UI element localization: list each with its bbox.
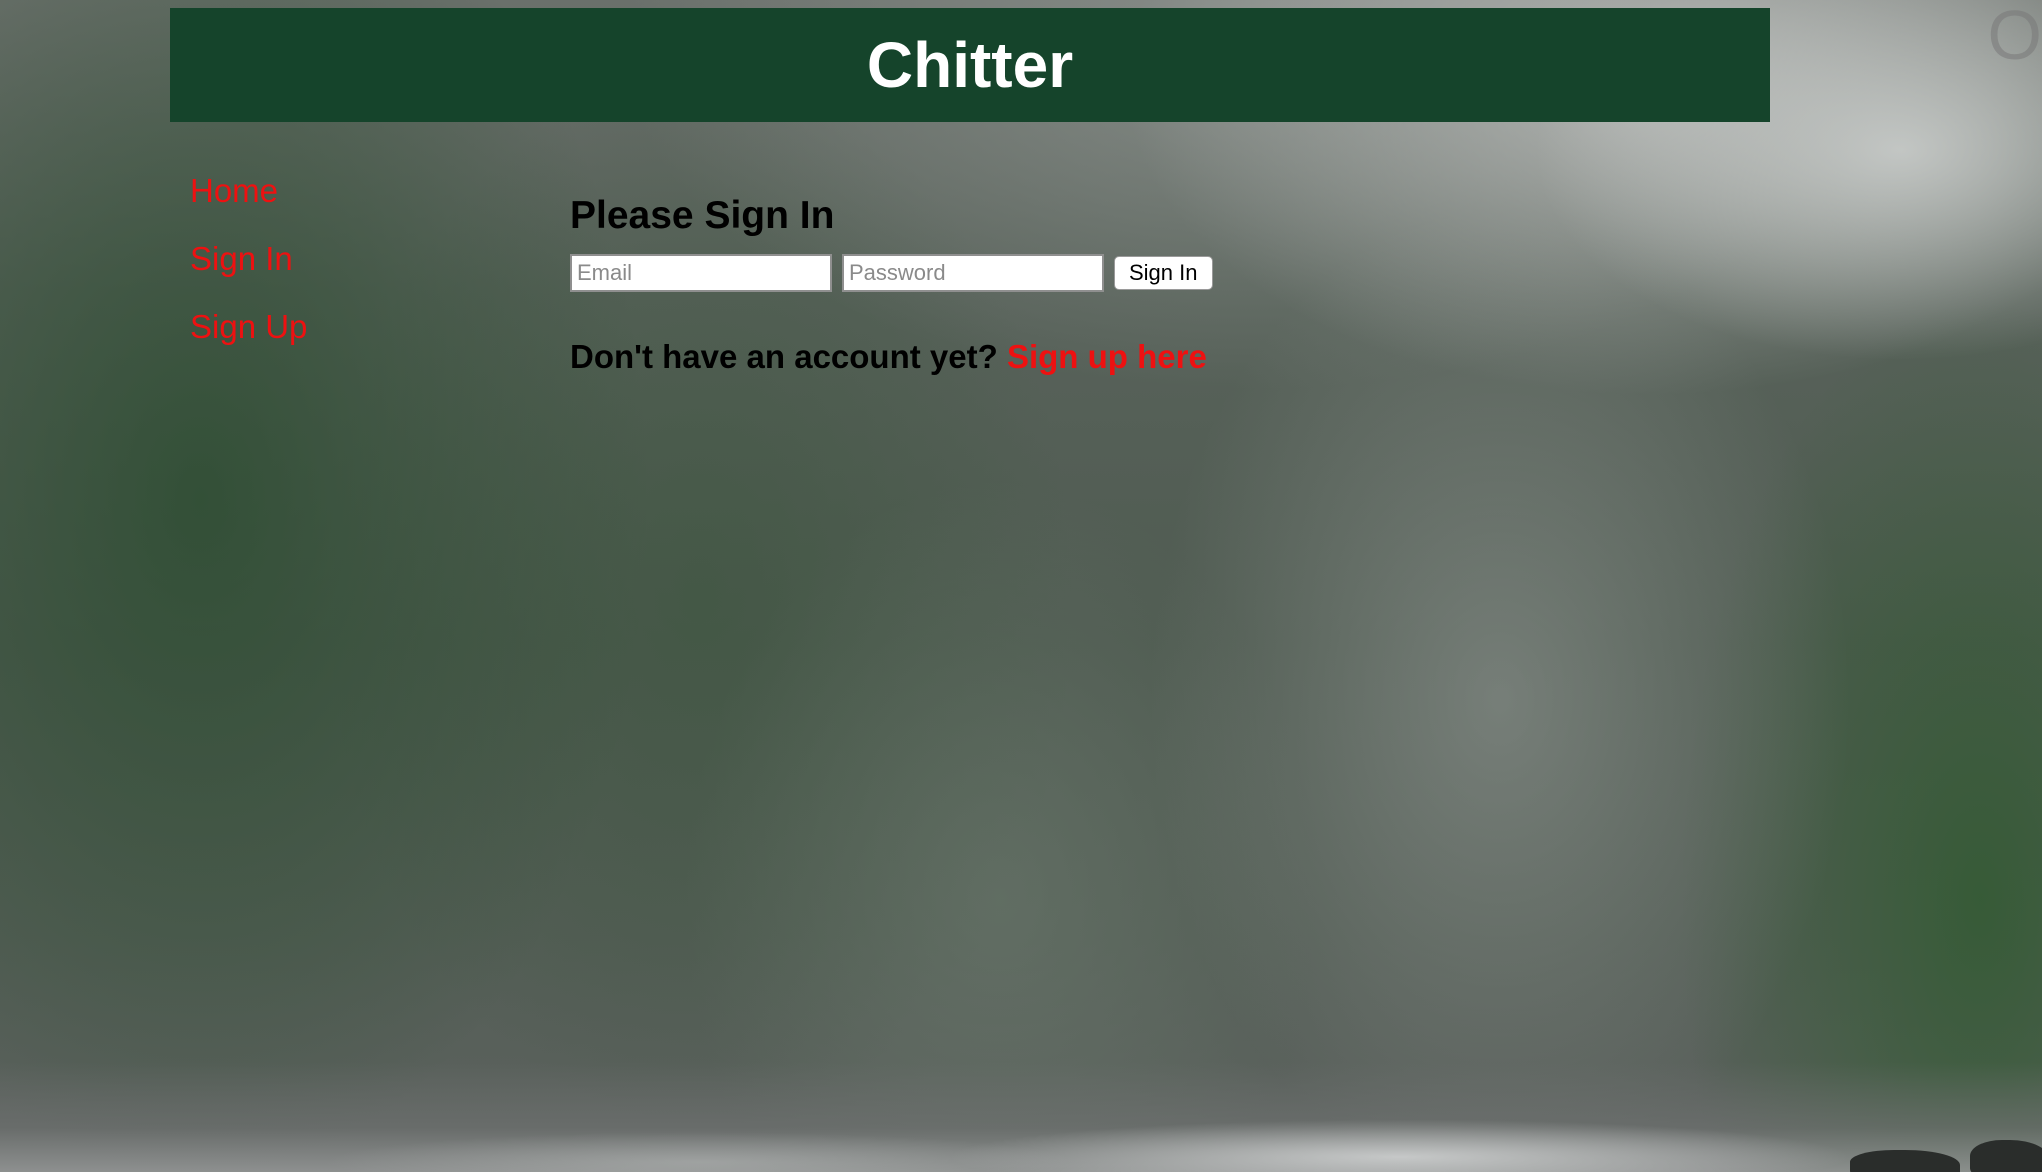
nav-link-sign-up[interactable]: Sign Up	[190, 306, 307, 374]
site-title: Chitter	[866, 29, 1074, 101]
sign-in-form: Sign In	[570, 254, 1213, 292]
side-nav: Home Sign In Sign Up	[190, 170, 307, 374]
nav-link-sign-in[interactable]: Sign In	[190, 238, 307, 306]
signup-here-link[interactable]: Sign up here	[1007, 338, 1207, 375]
signup-prompt-text: Don't have an account yet?	[570, 338, 998, 375]
rock-decoration	[1970, 1140, 2042, 1172]
river-background	[0, 1062, 2042, 1172]
email-input[interactable]	[570, 254, 832, 292]
site-header: Chitter	[170, 8, 1770, 122]
sign-in-section: Please Sign In Sign In Don't have an acc…	[570, 188, 1213, 376]
sign-in-button[interactable]: Sign In	[1114, 256, 1213, 290]
password-input[interactable]	[842, 254, 1104, 292]
nav-link-home[interactable]: Home	[190, 170, 307, 238]
background-corner-text: O	[1987, 0, 2042, 74]
rock-decoration	[1850, 1150, 1960, 1172]
sign-in-heading: Please Sign In	[570, 194, 835, 237]
signup-prompt: Don't have an account yet? Sign up here	[570, 338, 1213, 376]
